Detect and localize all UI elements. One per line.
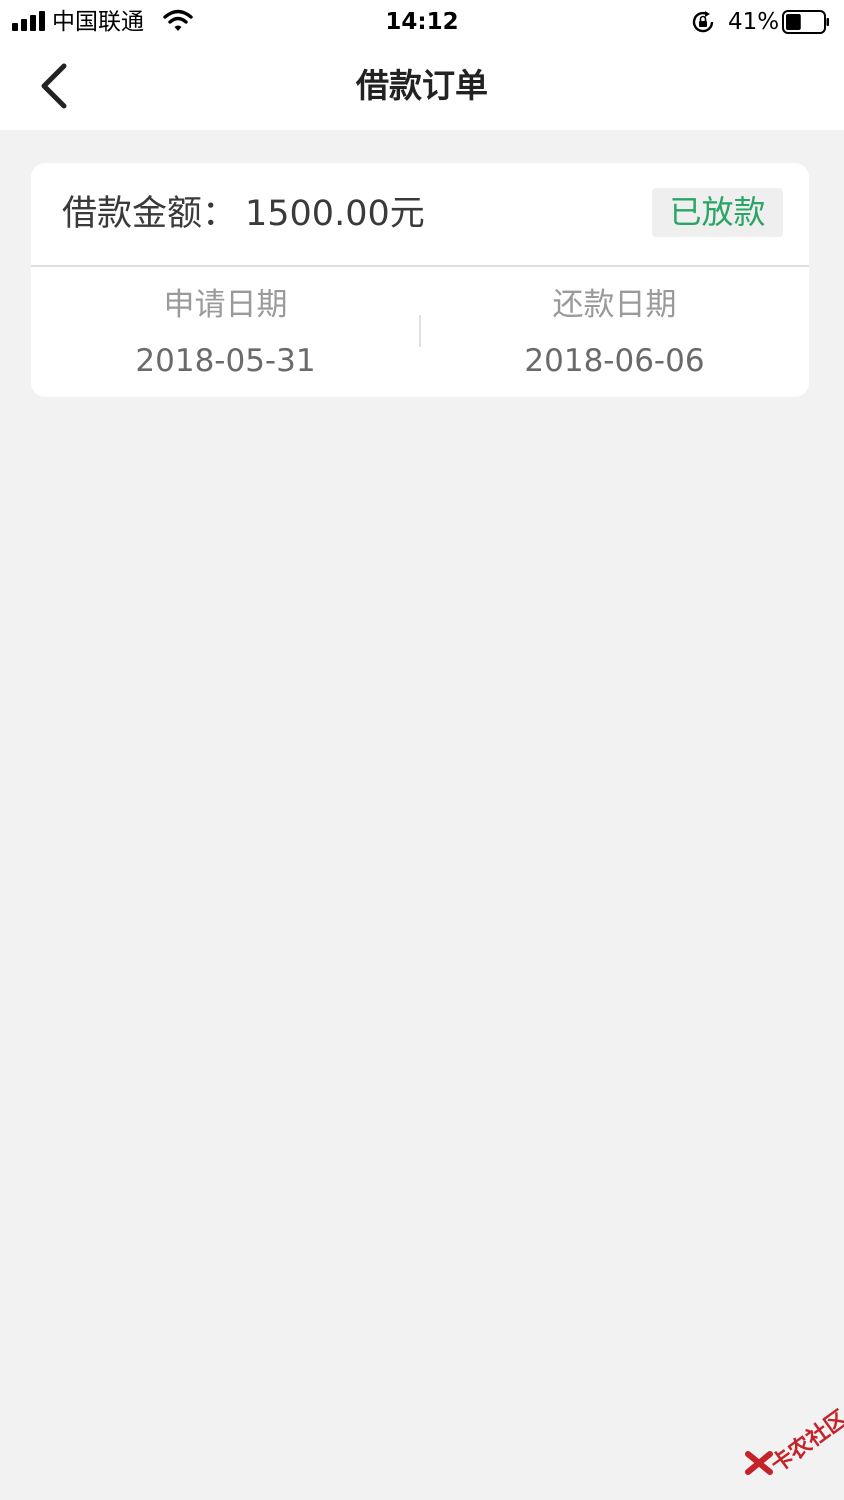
loan-amount-value: 1500.00元 <box>245 194 425 234</box>
card-header: 借款金额： 1500.00元 已放款 <box>31 163 809 267</box>
loan-amount-label: 借款金额： <box>62 194 238 234</box>
watermark-text: 卡农社区 <box>766 1406 844 1479</box>
rotation-lock-icon <box>692 11 714 33</box>
repay-date-column: 还款日期 2018-06-06 <box>420 267 809 397</box>
status-time: 14:12 <box>385 9 459 35</box>
apply-date-value: 2018-05-31 <box>135 343 316 379</box>
repay-date-label: 还款日期 <box>552 287 677 323</box>
apply-date-column: 申请日期 2018-05-31 <box>31 267 420 397</box>
battery-percent: 41% <box>728 9 780 35</box>
repay-date-value: 2018-06-06 <box>524 343 705 379</box>
battery-icon <box>782 10 829 34</box>
status-bar: 中国联通 14:12 41% <box>0 0 844 44</box>
loan-order-card[interactable]: 借款金额： 1500.00元 已放款 申请日期 2018-05-31 还款日期 … <box>31 163 809 397</box>
nav-bar: 借款订单 <box>0 44 844 130</box>
page-title: 借款订单 <box>356 66 488 105</box>
status-badge: 已放款 <box>652 188 783 237</box>
watermark-logo: 卡农社区 <box>744 1402 844 1480</box>
apply-date-label: 申请日期 <box>163 287 288 323</box>
